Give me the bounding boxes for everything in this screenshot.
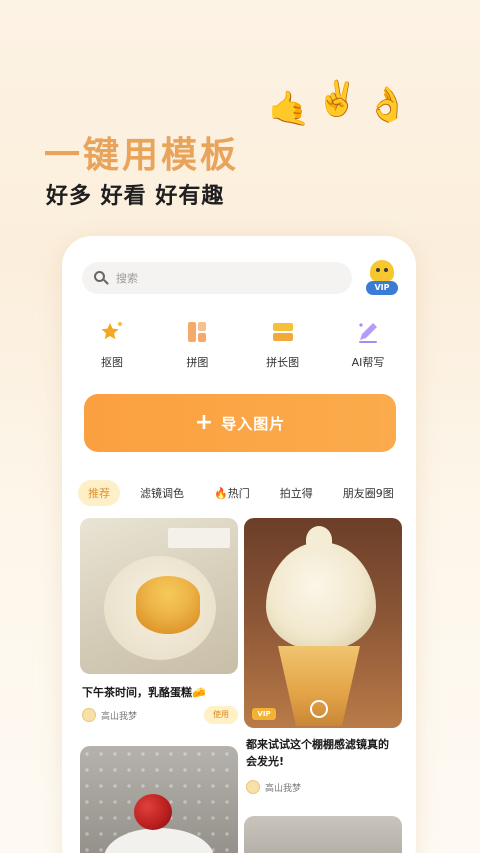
template-thumbnail-cheesecake[interactable] xyxy=(80,518,238,674)
avatar xyxy=(246,780,260,794)
search-bar[interactable]: 搜索 xyxy=(82,262,352,294)
tool-collage[interactable]: 拼图 xyxy=(167,320,227,370)
star-sparkle-icon xyxy=(100,320,124,344)
victory-hand-icon: ✌️ xyxy=(316,79,359,119)
hand-gestures-illustration: 🤙 ✌️ 👌 xyxy=(268,74,418,144)
cheesecake-image xyxy=(136,576,200,634)
soft-serve-image xyxy=(266,542,376,650)
grid-layout-icon xyxy=(185,320,209,344)
template-title[interactable]: 都来试试这个棚棚感滤镜真的会发光! xyxy=(246,736,396,770)
tool-cutout[interactable]: 抠图 xyxy=(82,320,142,370)
tool-label: 拼长图 xyxy=(266,356,300,369)
tool-shortcuts: 抠图 拼图 拼长图 AI帮写 xyxy=(82,320,398,370)
tab-label: 热门 xyxy=(227,487,250,500)
soft-serve-tip xyxy=(306,526,332,554)
tab-recommended[interactable]: 推荐 xyxy=(78,480,120,506)
vip-label: VIP xyxy=(366,281,398,295)
fire-icon: 🔥 xyxy=(214,487,228,500)
cherry-image xyxy=(134,794,172,830)
note-sticker xyxy=(168,528,230,548)
app-screen: 搜索 VIP 抠图 拼图 拼长图 AI帮写 + 导入图片 推荐 滤镜调色 🔥热门… xyxy=(62,236,416,853)
template-author[interactable]: 高山我梦 xyxy=(82,708,137,722)
tool-label: 拼图 xyxy=(186,356,209,369)
template-title[interactable]: 下午茶时间，乳酪蛋糕🧀 xyxy=(82,684,206,700)
template-author[interactable]: 高山我梦 xyxy=(246,780,301,794)
tab-moments-9grid[interactable]: 朋友圈9图 xyxy=(333,480,404,506)
template-thumbnail-ice-cream[interactable]: VIP xyxy=(244,518,402,728)
camera-shutter-icon xyxy=(310,700,328,718)
vip-mascot-button[interactable]: VIP xyxy=(366,260,398,296)
promo-subtitle: 好多 好看 好有趣 xyxy=(46,184,225,209)
stack-layout-icon xyxy=(271,320,295,344)
plus-icon: + xyxy=(194,410,214,435)
tab-filters[interactable]: 滤镜调色 xyxy=(130,480,194,506)
avatar xyxy=(82,708,96,722)
tab-hot[interactable]: 🔥热门 xyxy=(204,480,260,506)
template-thumbnail-bottom[interactable] xyxy=(244,816,402,853)
import-image-button[interactable]: + 导入图片 xyxy=(84,394,396,452)
tool-label: 抠图 xyxy=(101,356,123,369)
ai-pen-icon xyxy=(356,320,380,344)
call-me-hand-icon: 🤙 xyxy=(268,89,311,129)
tab-polaroid[interactable]: 拍立得 xyxy=(270,480,323,506)
category-tabs: 推荐 滤镜调色 🔥热门 拍立得 朋友圈9图 xyxy=(78,480,408,506)
tool-long-image[interactable]: 拼长图 xyxy=(253,320,313,370)
tool-label: AI帮写 xyxy=(351,356,385,369)
vip-tag: VIP xyxy=(252,708,276,720)
author-name: 高山我梦 xyxy=(101,711,138,722)
import-label: 导入图片 xyxy=(221,414,286,433)
tool-ai-write[interactable]: AI帮写 xyxy=(338,320,398,370)
search-icon xyxy=(94,271,109,285)
ok-hand-icon: 👌 xyxy=(366,85,409,125)
template-thumbnail-cherry-cake[interactable] xyxy=(80,746,238,853)
promo-title: 一键用模板 xyxy=(44,135,240,176)
search-placeholder: 搜索 xyxy=(116,272,138,285)
mascot-icon xyxy=(370,260,394,282)
author-name: 高山我梦 xyxy=(265,783,302,794)
use-template-button[interactable]: 使用 xyxy=(204,706,238,724)
